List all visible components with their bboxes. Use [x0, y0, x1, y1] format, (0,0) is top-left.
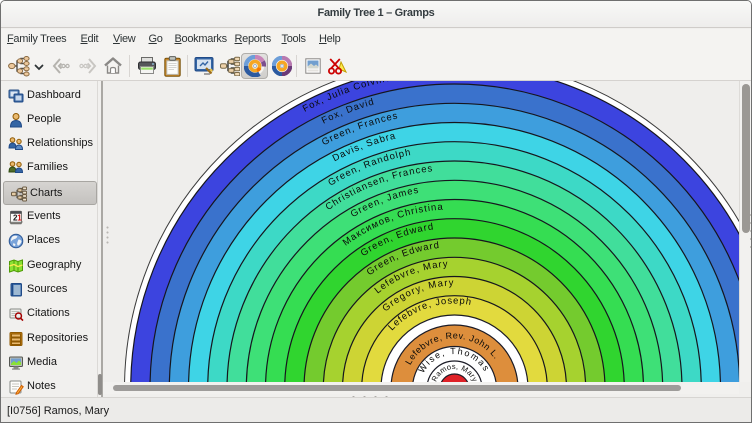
- svg-text:1: 1: [17, 214, 22, 223]
